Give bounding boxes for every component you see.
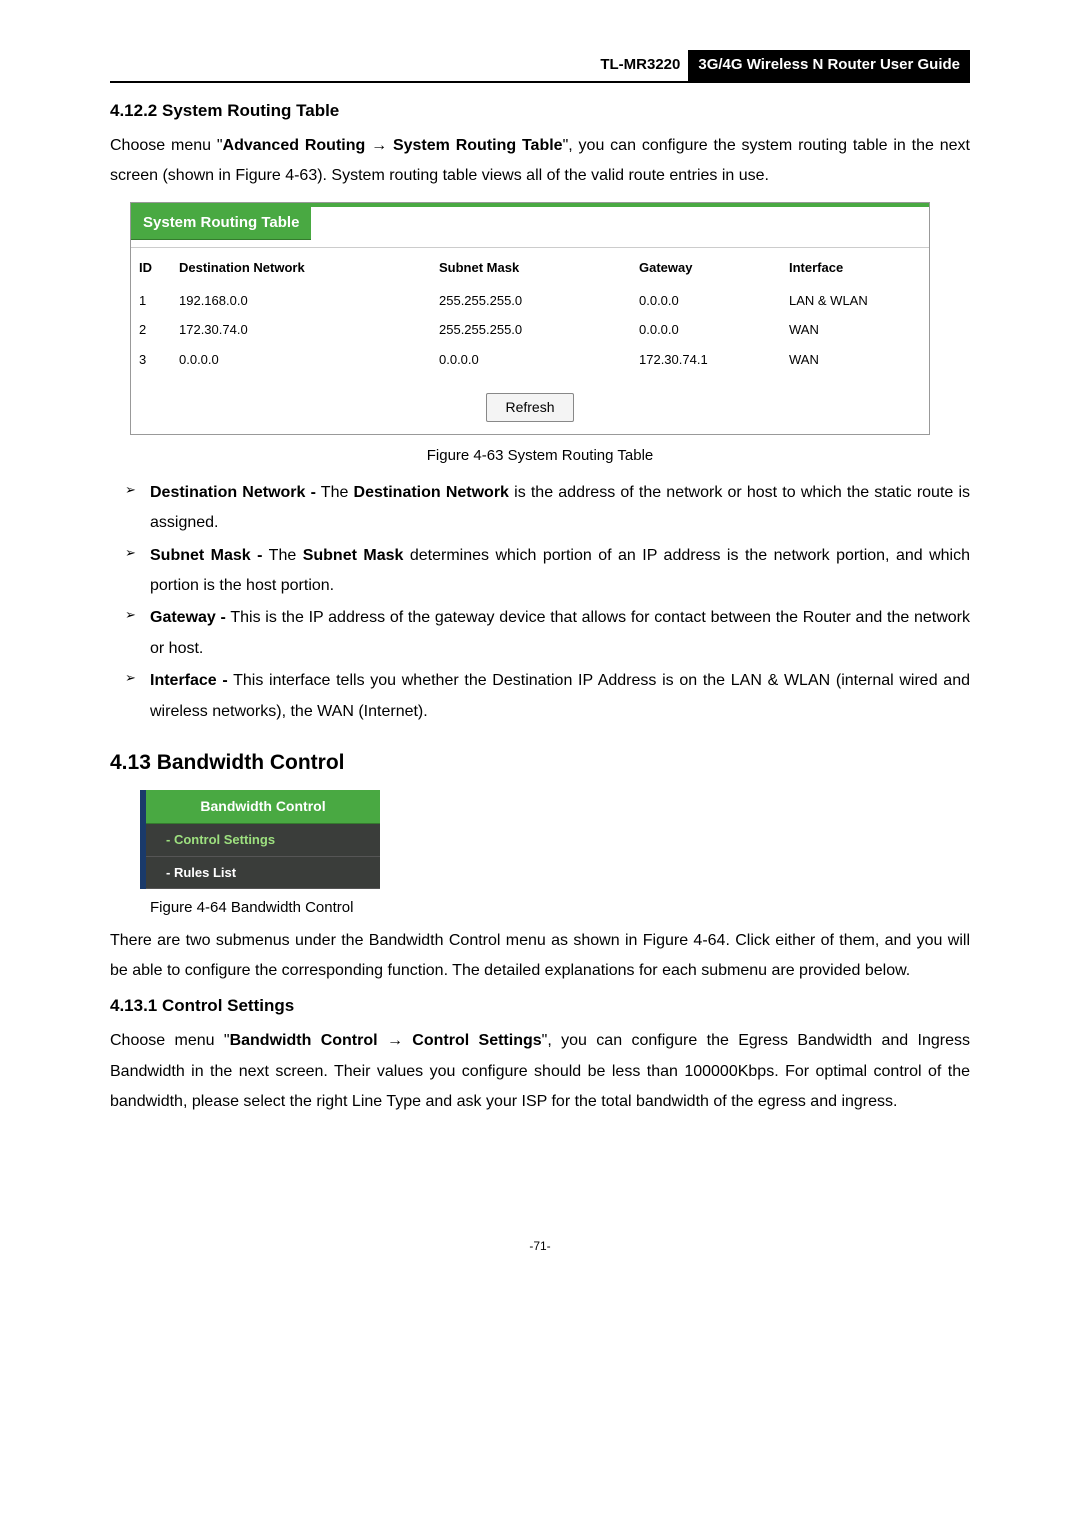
bullet-term: Destination Network - — [150, 484, 316, 501]
table-header-row: ID Destination Network Subnet Mask Gatew… — [131, 248, 929, 286]
intro-arrow: → — [365, 137, 393, 154]
cell: 0.0.0.0 — [631, 315, 781, 345]
page-header: TL-MR3220 3G/4G Wireless N Router User G… — [110, 50, 970, 83]
bullet-text: This is the IP address of the gateway de… — [150, 609, 970, 656]
list-item: Destination Network - The Destination Ne… — [110, 478, 970, 539]
figure-4-63-caption: Figure 4-63 System Routing Table — [110, 445, 970, 468]
panel-title: System Routing Table — [131, 207, 311, 241]
th-dest: Destination Network — [171, 248, 431, 286]
page-number: -71- — [110, 1237, 970, 1255]
intro-bold-2: System Routing Table — [393, 137, 563, 154]
routing-panel: System Routing Table ID Destination Netw… — [130, 202, 930, 436]
th-gateway: Gateway — [631, 248, 781, 286]
cell: 1 — [131, 286, 171, 316]
cell: 255.255.255.0 — [431, 286, 631, 316]
th-iface: Interface — [781, 248, 929, 286]
cell: LAN & WLAN — [781, 286, 929, 316]
bullet-term: Interface - — [150, 672, 228, 689]
cell: 172.30.74.0 — [171, 315, 431, 345]
bullet-text: This interface tells you whether the Des… — [150, 672, 970, 719]
table-row: 3 0.0.0.0 0.0.0.0 172.30.74.1 WAN — [131, 345, 929, 375]
intro-4-12-2: Choose menu "Advanced Routing → System R… — [110, 131, 970, 192]
body-4-13: There are two submenus under the Bandwid… — [110, 926, 970, 987]
refresh-button[interactable]: Refresh — [486, 393, 573, 422]
figure-4-64-caption: Figure 4-64 Bandwidth Control — [150, 897, 970, 920]
bullet-text: The — [263, 547, 303, 564]
menu-control-settings[interactable]: - Control Settings — [146, 824, 380, 857]
heading-4-12-2: 4.12.2 System Routing Table — [110, 98, 970, 124]
bullet-term: Destination Network — [354, 484, 509, 501]
cell: 0.0.0.0 — [431, 345, 631, 375]
table-row: 2 172.30.74.0 255.255.255.0 0.0.0.0 WAN — [131, 315, 929, 345]
cell: WAN — [781, 315, 929, 345]
list-item: Interface - This interface tells you whe… — [110, 666, 970, 727]
text-bold: Control Settings — [412, 1032, 541, 1049]
text-bold: Bandwidth Control — [230, 1032, 378, 1049]
panel-title-row: System Routing Table — [131, 203, 929, 241]
model-number: TL-MR3220 — [592, 50, 688, 81]
routing-table: ID Destination Network Subnet Mask Gatew… — [131, 248, 929, 374]
menu-header[interactable]: Bandwidth Control — [146, 790, 380, 824]
menu-rules-list[interactable]: - Rules List — [146, 857, 380, 890]
th-id: ID — [131, 248, 171, 286]
bullet-term: Subnet Mask — [303, 547, 404, 564]
th-mask: Subnet Mask — [431, 248, 631, 286]
body-4-13-1: Choose menu "Bandwidth Control → Control… — [110, 1026, 970, 1117]
cell: 2 — [131, 315, 171, 345]
table-row: 1 192.168.0.0 255.255.255.0 0.0.0.0 LAN … — [131, 286, 929, 316]
cell: 255.255.255.0 — [431, 315, 631, 345]
cell: 0.0.0.0 — [171, 345, 431, 375]
bullet-term: Gateway - — [150, 609, 226, 626]
list-item: Gateway - This is the IP address of the … — [110, 603, 970, 664]
cell: 3 — [131, 345, 171, 375]
header-title: 3G/4G Wireless N Router User Guide — [688, 50, 970, 81]
cell: 192.168.0.0 — [171, 286, 431, 316]
text: Choose menu " — [110, 1032, 230, 1049]
bullet-term: Subnet Mask - — [150, 547, 263, 564]
list-item: Subnet Mask - The Subnet Mask determines… — [110, 541, 970, 602]
refresh-row: Refresh — [131, 374, 929, 434]
intro-bold-1: Advanced Routing — [223, 137, 366, 154]
heading-4-13: 4.13 Bandwidth Control — [110, 747, 970, 779]
cell: WAN — [781, 345, 929, 375]
heading-4-13-1: 4.13.1 Control Settings — [110, 993, 970, 1019]
bandwidth-menu: Bandwidth Control - Control Settings - R… — [140, 790, 380, 889]
definition-list: Destination Network - The Destination Ne… — [110, 478, 970, 727]
bullet-text: The — [316, 484, 354, 501]
arrow-icon: → — [378, 1032, 413, 1049]
intro-pre: Choose menu " — [110, 137, 223, 154]
panel-gap — [131, 240, 929, 248]
cell: 172.30.74.1 — [631, 345, 781, 375]
cell: 0.0.0.0 — [631, 286, 781, 316]
